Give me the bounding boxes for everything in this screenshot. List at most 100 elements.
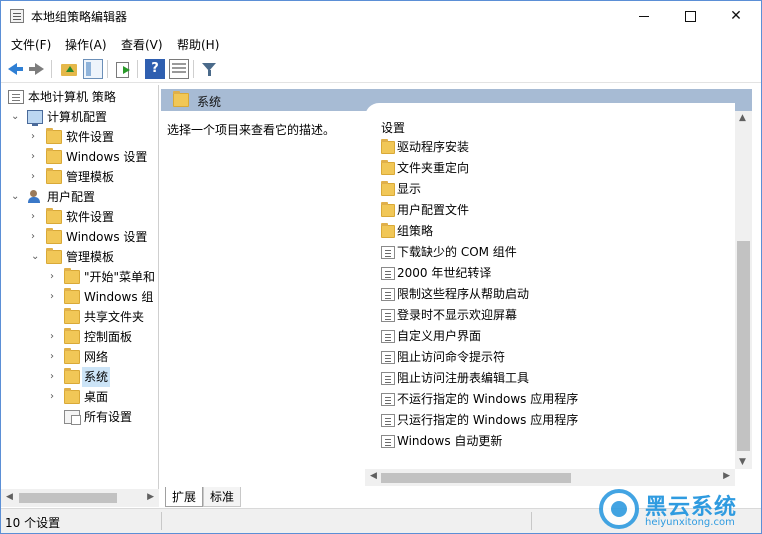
folder-icon xyxy=(64,328,80,344)
scroll-left-icon[interactable]: ◀ xyxy=(370,471,377,481)
policy-setting-icon xyxy=(381,393,395,406)
up-folder-icon[interactable] xyxy=(59,59,79,79)
tab-extended[interactable]: 扩展 xyxy=(165,487,204,507)
scroll-right-icon[interactable]: ▶ xyxy=(147,492,154,502)
list-item-label: 驱动程序安装 xyxy=(397,140,470,154)
chevron-down-icon[interactable]: ⌄ xyxy=(11,107,21,127)
menu-file[interactable]: 文件(F) xyxy=(11,36,51,53)
menu-action[interactable]: 操作(A) xyxy=(65,36,107,53)
status-divider xyxy=(161,512,162,530)
tree-item-uc-windows[interactable]: › Windows 设置 xyxy=(1,227,157,247)
tree-item-system[interactable]: › 系统 xyxy=(1,367,157,387)
chevron-down-icon[interactable]: ⌄ xyxy=(31,247,41,267)
back-arrow-icon[interactable] xyxy=(5,59,25,79)
forward-arrow-icon[interactable] xyxy=(27,59,47,79)
policy-setting-icon xyxy=(381,351,395,364)
tree-item-windows-components[interactable]: › Windows 组 xyxy=(1,287,157,307)
column-header-setting[interactable]: 设置 xyxy=(381,119,405,136)
scroll-right-icon[interactable]: ▶ xyxy=(723,471,730,481)
scroll-up-icon[interactable]: ▲ xyxy=(739,113,746,123)
policy-icon xyxy=(8,90,24,104)
properties-icon[interactable] xyxy=(169,59,189,79)
list-item-label: 不运行指定的 Windows 应用程序 xyxy=(397,392,579,406)
list-item-label: 用户配置文件 xyxy=(397,203,470,217)
tree-item-desktop[interactable]: › 桌面 xyxy=(1,387,157,407)
chevron-right-icon[interactable]: › xyxy=(50,267,60,287)
tab-standard[interactable]: 标准 xyxy=(203,487,242,507)
tree-item-label: 共享文件夹 xyxy=(84,310,145,324)
chevron-down-icon[interactable]: ⌄ xyxy=(11,187,21,207)
tree-item-label: 管理模板 xyxy=(66,170,115,184)
menu-help[interactable]: 帮助(H) xyxy=(177,36,219,53)
all-settings-icon xyxy=(64,410,81,425)
help-icon[interactable]: ? xyxy=(145,59,165,79)
chevron-right-icon[interactable]: › xyxy=(50,287,60,307)
folder-icon xyxy=(64,388,80,404)
tree-item-start-menu[interactable]: › "开始"菜单和 xyxy=(1,267,157,287)
toolbar-separator xyxy=(51,60,52,78)
tree-item-uc-software[interactable]: › 软件设置 xyxy=(1,207,157,227)
list-item-label: 登录时不显示欢迎屏幕 xyxy=(397,308,518,322)
chevron-right-icon[interactable]: › xyxy=(31,147,41,167)
show-hide-tree-icon[interactable] xyxy=(83,59,103,79)
tree-horizontal-scrollbar[interactable]: ◀ ▶ xyxy=(1,489,159,507)
tree-item-cc-windows[interactable]: › Windows 设置 xyxy=(1,147,157,167)
policy-setting-icon xyxy=(381,288,395,301)
scroll-thumb[interactable] xyxy=(737,241,750,451)
chevron-right-icon[interactable]: › xyxy=(31,167,41,187)
tree-item-control-panel[interactable]: › 控制面板 xyxy=(1,327,157,347)
policy-setting-icon xyxy=(381,414,395,427)
details-pane: 系统 选择一个项目来查看它的描述。 设置 驱动程序安装 文件夹重定向 显示 用户… xyxy=(161,85,752,507)
tree-item-local-computer-policy[interactable]: 本地计算机 策略 xyxy=(1,87,157,107)
tree-item-network[interactable]: › 网络 xyxy=(1,347,157,367)
folder-icon xyxy=(381,181,395,196)
filter-icon[interactable] xyxy=(199,59,219,79)
list-vertical-scrollbar[interactable]: ▲ ▼ xyxy=(735,111,752,469)
tree-item-all-settings[interactable]: 所有设置 xyxy=(1,407,157,427)
title-bar[interactable]: 本地组策略编辑器 ✕ xyxy=(1,1,761,31)
toolbar: ? xyxy=(1,55,761,83)
tree-item-label: 用户配置 xyxy=(47,190,96,204)
gpedit-app-icon xyxy=(10,9,24,23)
scroll-thumb[interactable] xyxy=(381,473,571,483)
tree-item-label: 桌面 xyxy=(84,390,109,404)
list-horizontal-scrollbar[interactable]: ◀ ▶ xyxy=(365,469,735,486)
scroll-down-icon[interactable]: ▼ xyxy=(739,457,746,467)
tree-item-label: 软件设置 xyxy=(66,130,115,144)
navigation-tree: 本地计算机 策略 ⌄ 计算机配置 › 软件设置 › Windows 设置 › 管… xyxy=(1,85,159,507)
tree-item-label: 系统 xyxy=(82,367,111,387)
export-list-icon[interactable] xyxy=(113,59,133,79)
tree-item-uc-admin[interactable]: ⌄ 管理模板 xyxy=(1,247,157,267)
minimize-button[interactable] xyxy=(621,1,667,31)
tree-item-label: Windows 设置 xyxy=(66,150,148,164)
chevron-right-icon[interactable]: › xyxy=(31,127,41,147)
tree-item-shared-folders[interactable]: 共享文件夹 xyxy=(1,307,157,327)
folder-icon xyxy=(381,223,395,238)
close-button[interactable]: ✕ xyxy=(713,1,759,31)
policy-setting-icon xyxy=(381,246,395,259)
watermark-url: heiyunxitong.com xyxy=(645,517,735,528)
chevron-right-icon[interactable]: › xyxy=(31,207,41,227)
tree-item-computer-config[interactable]: ⌄ 计算机配置 xyxy=(1,107,157,127)
scroll-thumb[interactable] xyxy=(19,493,117,503)
tree-item-label: "开始"菜单和 xyxy=(84,270,156,284)
folder-icon xyxy=(64,368,80,384)
chevron-right-icon[interactable]: › xyxy=(50,367,60,387)
menu-view[interactable]: 查看(V) xyxy=(121,36,163,53)
toolbar-separator xyxy=(107,60,108,78)
folder-icon xyxy=(46,128,62,144)
tree-item-cc-software[interactable]: › 软件设置 xyxy=(1,127,157,147)
policy-setting-icon xyxy=(381,330,395,343)
chevron-right-icon[interactable]: › xyxy=(31,227,41,247)
tree-item-cc-admin[interactable]: › 管理模板 xyxy=(1,167,157,187)
list-item-label: 限制这些程序从帮助启动 xyxy=(397,287,530,301)
chevron-right-icon[interactable]: › xyxy=(50,327,60,347)
list-item-label: 显示 xyxy=(397,182,422,196)
details-header-title: 系统 xyxy=(197,95,222,109)
status-setting-count: 10 个设置 xyxy=(5,516,61,530)
chevron-right-icon[interactable]: › xyxy=(50,387,60,407)
maximize-button[interactable] xyxy=(667,1,713,31)
chevron-right-icon[interactable]: › xyxy=(50,347,60,367)
scroll-left-icon[interactable]: ◀ xyxy=(6,492,13,502)
tree-item-user-config[interactable]: ⌄ 用户配置 xyxy=(1,187,157,207)
